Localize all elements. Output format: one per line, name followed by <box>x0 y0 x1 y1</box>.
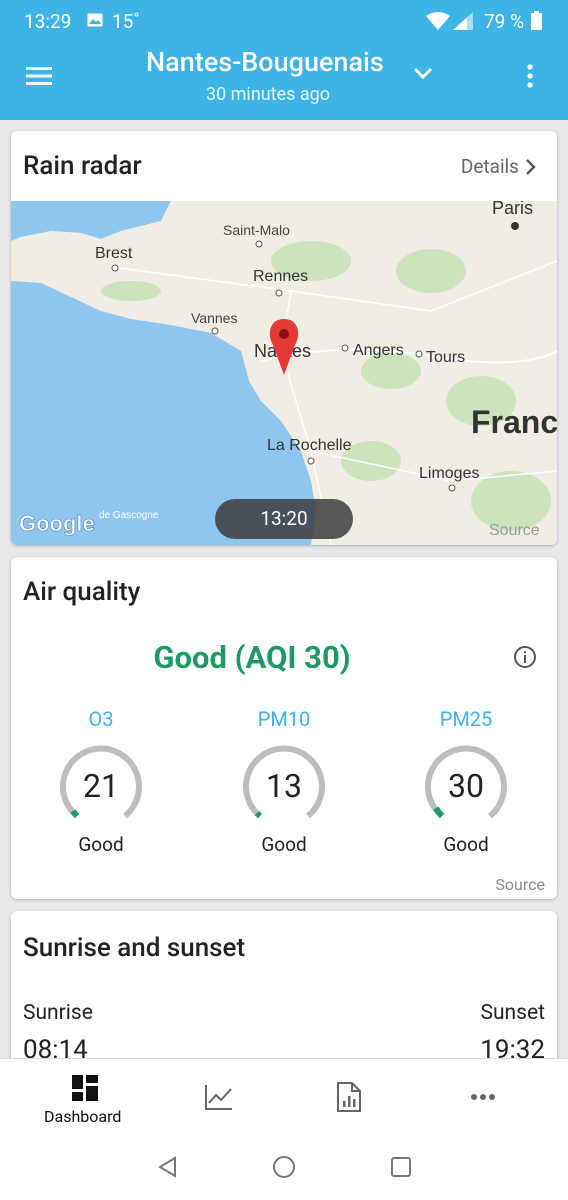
sunset-label: Sunset <box>480 1001 546 1025</box>
radar-map[interactable]: Paris Saint-Malo Brest Rennes Vannes Nan… <box>11 201 557 545</box>
info-icon[interactable] <box>513 645 537 669</box>
pollutant-pm25: PM25 30 Good <box>406 707 526 856</box>
status-time: 13:29 <box>24 10 72 33</box>
nav-reports[interactable] <box>320 1059 380 1133</box>
nav-dashboard-label: Dashboard <box>44 1107 122 1126</box>
rain-radar-title: Rain radar <box>23 151 142 181</box>
image-notification-icon <box>87 13 103 27</box>
more-vert-icon[interactable] <box>520 62 540 90</box>
map-label-limoges: Limoges <box>419 465 479 482</box>
chevron-right-icon[interactable] <box>525 158 537 176</box>
pollutant-name: PM25 <box>439 707 493 731</box>
back-icon[interactable] <box>157 1156 179 1178</box>
map-label-saint-malo: Saint-Malo <box>223 222 290 238</box>
more-horiz-icon <box>471 1094 495 1100</box>
nav-dashboard[interactable]: Dashboard <box>40 1059 132 1133</box>
map-label-tours: Tours <box>426 349 465 366</box>
map-label-brest: Brest <box>95 245 133 262</box>
chevron-down-icon[interactable] <box>412 66 434 82</box>
map-label-la-rochelle: La Rochelle <box>267 437 352 454</box>
app-header: 13:29 15˚ 79 % Nantes-Bouguenais 30 minu… <box>0 0 568 120</box>
hamburger-menu-icon[interactable] <box>22 64 56 88</box>
radar-time-pill[interactable]: 13:20 <box>215 499 353 539</box>
system-navigation <box>0 1132 568 1200</box>
nav-more[interactable] <box>454 1059 514 1133</box>
line-chart-icon <box>205 1085 232 1110</box>
pollutant-gauge: 13 <box>224 735 344 835</box>
map-source-link[interactable]: Source <box>489 522 540 539</box>
pollutant-label: Good <box>78 833 124 856</box>
pollutant-o3: O3 21 Good <box>41 707 161 856</box>
home-icon[interactable] <box>272 1155 296 1179</box>
pollutant-name: PM10 <box>257 707 311 731</box>
battery-percent: 79 % <box>484 10 524 33</box>
google-logo: Google <box>19 511 95 536</box>
map-label-france: France <box>471 404 557 440</box>
air-quality-card: Air quality Good (AQI 30) O3 21 Good PM1… <box>11 557 557 899</box>
pollutant-value: 13 <box>266 767 302 805</box>
pollutant-gauge: 21 <box>41 735 161 835</box>
map-label-paris: Paris <box>492 201 533 218</box>
map-label-gascogne: de Gascogne <box>99 510 159 521</box>
map-label-vannes: Vannes <box>191 310 237 326</box>
map-label-rennes: Rennes <box>253 268 308 285</box>
nav-charts[interactable] <box>190 1059 250 1133</box>
status-bar: 13:29 15˚ 79 % <box>0 0 568 42</box>
last-updated: 30 minutes ago <box>205 84 331 105</box>
battery-icon <box>531 11 542 30</box>
sunrise-sunset-title: Sunrise and sunset <box>23 933 246 963</box>
pollutant-gauge: 30 <box>406 735 526 835</box>
report-icon <box>337 1082 361 1112</box>
air-quality-title: Air quality <box>23 577 141 607</box>
rain-radar-card: Rain radar Details Paris Saint-Malo Bres… <box>11 131 557 545</box>
aqi-status: Good (AQI 30) <box>153 639 351 676</box>
pollutant-name: O3 <box>88 707 114 731</box>
wifi-icon <box>426 12 450 30</box>
map-label-angers: Angers <box>353 342 404 359</box>
pollutant-value: 30 <box>448 767 484 805</box>
recents-icon[interactable] <box>390 1156 412 1178</box>
bottom-navigation: Dashboard <box>0 1058 568 1132</box>
location-title[interactable]: Nantes-Bouguenais <box>146 46 384 78</box>
cell-signal-icon <box>453 12 473 30</box>
status-temperature: 15˚ <box>112 10 140 33</box>
air-quality-source-link[interactable]: Source <box>495 875 545 894</box>
pollutant-label: Good <box>261 833 307 856</box>
sunrise-label: Sunrise <box>23 1001 93 1025</box>
pollutant-pm10: PM10 13 Good <box>224 707 344 856</box>
pollutant-label: Good <box>443 833 489 856</box>
dashboard-icon <box>72 1075 98 1101</box>
pollutant-value: 21 <box>83 767 119 805</box>
details-link[interactable]: Details <box>461 155 519 178</box>
